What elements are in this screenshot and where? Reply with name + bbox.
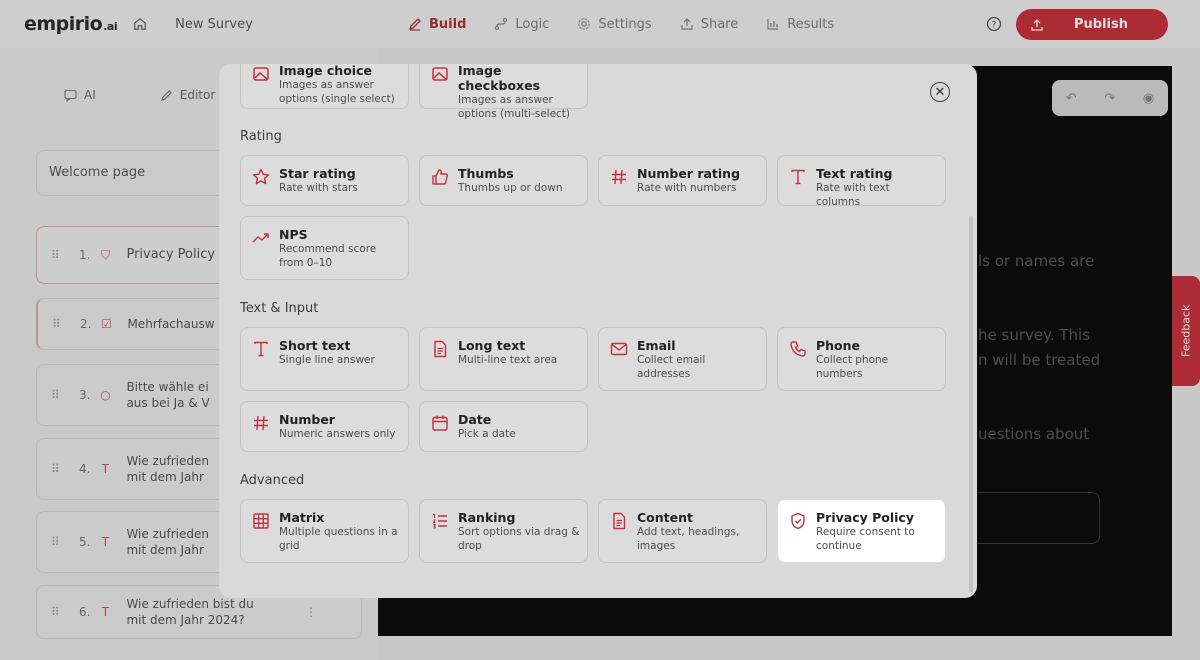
card-title: Ranking: [458, 510, 516, 525]
card-desc: Collect phone numbers: [816, 354, 889, 380]
card-privacy-policy[interactable]: Privacy Policy Require consent to continu…: [777, 499, 946, 563]
hash-icon: [612, 169, 626, 185]
card-title: Date: [458, 412, 492, 427]
card-desc: Add text, headings, images: [637, 526, 740, 552]
shield-check-icon: [791, 512, 805, 530]
card-title: Matrix: [279, 510, 325, 525]
calendar-icon: [432, 415, 448, 431]
card-short-text[interactable]: Short text Single line answer: [240, 327, 409, 391]
card-content[interactable]: Content Add text, headings, images: [598, 499, 767, 563]
document-icon: [434, 340, 447, 358]
card-text-rating[interactable]: Text rating Rate with text columns: [777, 155, 946, 208]
mail-icon: [610, 342, 628, 356]
card-desc: Sort options via drag & drop: [458, 526, 580, 552]
card-title: Image checkboxes: [458, 64, 541, 93]
card-title: Text rating: [816, 166, 893, 181]
card-number[interactable]: Number Numeric answers only: [240, 401, 409, 452]
document-icon: [613, 512, 626, 530]
card-title: Image choice: [279, 64, 372, 78]
card-desc: Multiple questions in a grid: [279, 526, 398, 552]
card-desc: Recommend score from 0–10: [279, 243, 377, 269]
card-desc: Pick a date: [458, 428, 516, 440]
section-advanced: Advanced: [240, 473, 305, 488]
card-desc: Images as answer options (single select): [279, 79, 395, 105]
card-number-rating[interactable]: Number rating Rate with numbers: [598, 155, 767, 206]
grid-icon: [253, 513, 269, 529]
card-title: Phone: [816, 338, 861, 353]
thumbs-up-icon: [432, 169, 448, 185]
card-desc: Single line answer: [279, 354, 375, 366]
card-desc: Rate with stars: [279, 182, 358, 194]
card-thumbs[interactable]: Thumbs Thumbs up or down: [419, 155, 588, 206]
card-desc: Multi-line text area: [458, 354, 558, 366]
card-desc: Thumbs up or down: [458, 182, 563, 194]
image-icon: [253, 67, 269, 81]
card-phone[interactable]: Phone Collect phone numbers: [777, 327, 946, 391]
question-type-modal: ✕ Image choice Images as answer options (…: [219, 64, 977, 598]
star-icon: [252, 168, 270, 185]
card-desc: Images as answer options (multi-select): [458, 94, 571, 120]
card-email[interactable]: Email Collect email addresses: [598, 327, 767, 391]
card-desc: Require consent to continue: [816, 526, 915, 552]
card-title: Thumbs: [458, 166, 514, 181]
card-desc: Rate with text columns: [816, 182, 890, 208]
card-desc: Numeric answers only: [279, 428, 396, 440]
card-star-rating[interactable]: Star rating Rate with stars: [240, 155, 409, 206]
section-text-input: Text & Input: [240, 301, 319, 316]
card-title: Number: [279, 412, 335, 427]
phone-icon: [790, 341, 806, 357]
card-matrix[interactable]: Matrix Multiple questions in a grid: [240, 499, 409, 563]
scrollbar[interactable]: [969, 216, 973, 592]
text-icon: [791, 169, 805, 185]
section-rating: Rating: [240, 129, 282, 144]
card-title: Email: [637, 338, 676, 353]
card-date[interactable]: Date Pick a date: [419, 401, 588, 452]
text-icon: [254, 341, 268, 357]
card-title: NPS: [279, 227, 308, 242]
card-image-checkboxes[interactable]: Image checkboxes Images as answer options…: [419, 64, 588, 120]
image-icon: [432, 67, 448, 81]
card-long-text[interactable]: Long text Multi-line text area: [419, 327, 588, 391]
card-title: Content: [637, 510, 693, 525]
trend-up-icon: [252, 233, 269, 243]
card-title: Privacy Policy: [816, 510, 914, 525]
close-icon[interactable]: ✕: [930, 82, 950, 102]
ordered-list-icon: [432, 513, 447, 529]
card-desc: Collect email addresses: [637, 354, 706, 380]
card-title: Star rating: [279, 166, 356, 181]
card-image-choice[interactable]: Image choice Images as answer options (si…: [240, 64, 409, 109]
card-title: Long text: [458, 338, 526, 353]
card-title: Short text: [279, 338, 351, 353]
hash-icon: [254, 415, 268, 431]
card-nps[interactable]: NPS Recommend score from 0–10: [240, 216, 409, 280]
card-title: Number rating: [637, 166, 741, 181]
card-desc: Rate with numbers: [637, 182, 737, 194]
card-ranking[interactable]: Ranking Sort options via drag & drop: [419, 499, 588, 563]
